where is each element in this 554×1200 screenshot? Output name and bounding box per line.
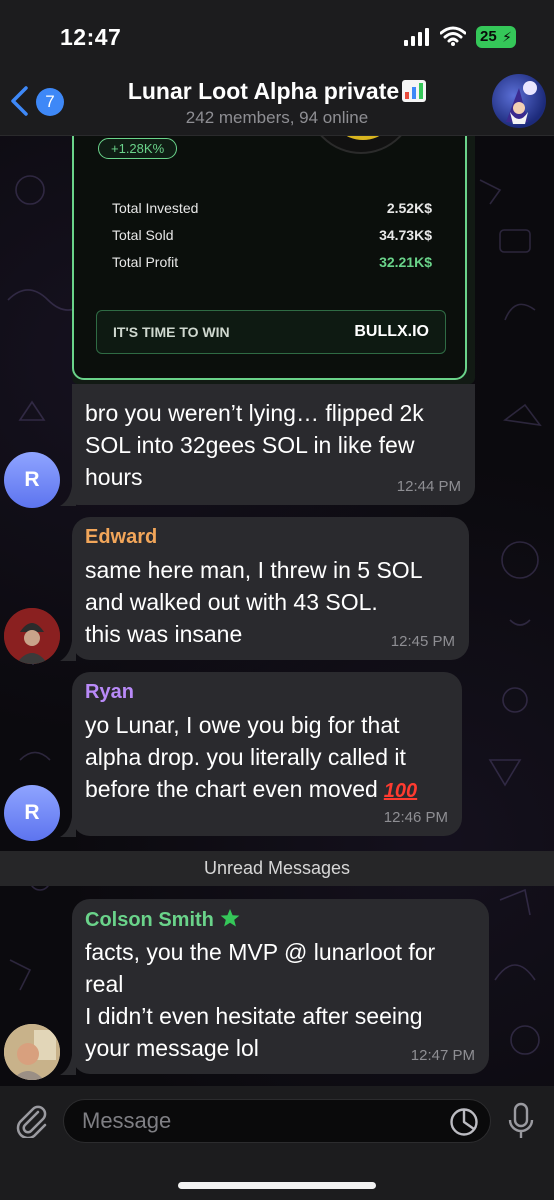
chat-header: 7 Lunar Loot Alpha private 242 members, …: [0, 66, 554, 136]
charging-bolt-icon: ⚡: [502, 29, 512, 45]
bubble-tail: [60, 817, 76, 837]
avatar[interactable]: R: [4, 452, 60, 508]
stat-value: 32.21K$: [379, 254, 432, 270]
message-time: 12:44 PM: [396, 478, 461, 495]
message-time: 12:46 PM: [383, 809, 448, 826]
stat-row: Total Sold 34.73K$: [112, 227, 432, 243]
message-text-body: yo Lunar, I owe you big for that alpha d…: [85, 712, 406, 802]
chat-title[interactable]: Lunar Loot Alpha private: [0, 78, 554, 105]
chat-title-text: Lunar Loot Alpha private: [127, 78, 400, 104]
star-icon: [221, 909, 240, 927]
unread-divider: Unread Messages: [0, 851, 554, 886]
avatar[interactable]: [4, 608, 60, 664]
message-bubble[interactable]: Colson Smith facts, you the MVP @ lunarl…: [72, 899, 489, 1074]
microphone-icon[interactable]: [506, 1102, 536, 1140]
sender-name-text: Colson Smith: [85, 909, 214, 931]
avatar[interactable]: [4, 1024, 60, 1080]
message-time: 12:47 PM: [410, 1047, 475, 1064]
pnl-card: +1.28K% Total Invested 2.52K$ Total Sold…: [72, 136, 467, 380]
message-bubble[interactable]: bro you weren’t lying… flipped 2k SOL in…: [72, 384, 475, 505]
coin-icon: [306, 136, 416, 154]
bubble-tail: [60, 486, 76, 506]
gain-percentage: +1.28K%: [98, 138, 178, 159]
stat-value: 34.73K$: [379, 227, 432, 243]
sender-name[interactable]: Colson Smith: [85, 908, 241, 932]
message-bubble[interactable]: Edward same here man, I threw in 5 SOL a…: [72, 517, 469, 660]
group-avatar[interactable]: [492, 74, 546, 128]
sender-name[interactable]: Ryan: [85, 681, 134, 704]
stat-row: Total Profit 32.21K$: [112, 254, 432, 270]
shared-image[interactable]: +1.28K% Total Invested 2.52K$ Total Sold…: [72, 136, 475, 384]
member-count: 242 members, 94 online: [185, 108, 369, 127]
message-time: 12:45 PM: [390, 633, 455, 650]
message-text: facts, you the MVP @ lunarloot for real …: [85, 939, 436, 1061]
user-photo-icon: [4, 608, 60, 664]
cellular-signal-icon: [404, 28, 429, 46]
message-text: same here man, I threw in 5 SOL and walk…: [85, 557, 423, 647]
promo-text: IT'S TIME TO WIN: [113, 324, 230, 340]
sticker-icon[interactable]: [449, 1107, 479, 1137]
bar-chart-icon: [402, 80, 427, 102]
stat-row: Total Invested 2.52K$: [112, 200, 432, 216]
status-time: 12:47: [60, 24, 122, 50]
wifi-icon: [440, 26, 466, 46]
home-indicator: [178, 1182, 376, 1189]
message-input[interactable]: [63, 1099, 491, 1143]
bubble-tail: [60, 1055, 76, 1075]
user-photo-icon: [4, 1024, 60, 1080]
promo-brand: BULLX.IO: [354, 323, 429, 340]
sender-name[interactable]: Edward: [85, 526, 157, 549]
stat-label: Total Sold: [112, 227, 174, 243]
stat-value: 2.52K$: [386, 200, 432, 216]
wizard-icon: [506, 81, 537, 124]
hundred-points-icon: 100: [383, 780, 418, 802]
battery-indicator: 25 ⚡: [476, 26, 516, 48]
message-text: yo Lunar, I owe you big for that alpha d…: [85, 709, 417, 807]
stat-label: Total Profit: [112, 254, 179, 270]
bubble-tail: [60, 641, 76, 661]
status-bar: 12:47 25 ⚡: [0, 0, 554, 66]
message-bubble[interactable]: Ryan yo Lunar, I owe you big for that al…: [72, 672, 462, 836]
stat-label: Total Invested: [112, 200, 199, 216]
message-text: bro you weren’t lying… flipped 2k SOL in…: [85, 400, 424, 490]
composer-bar: [0, 1086, 554, 1200]
paperclip-icon[interactable]: [14, 1102, 48, 1138]
promo-banner: IT'S TIME TO WIN BULLX.IO: [96, 310, 446, 354]
battery-level: 25: [480, 28, 497, 45]
avatar[interactable]: R: [4, 785, 60, 841]
